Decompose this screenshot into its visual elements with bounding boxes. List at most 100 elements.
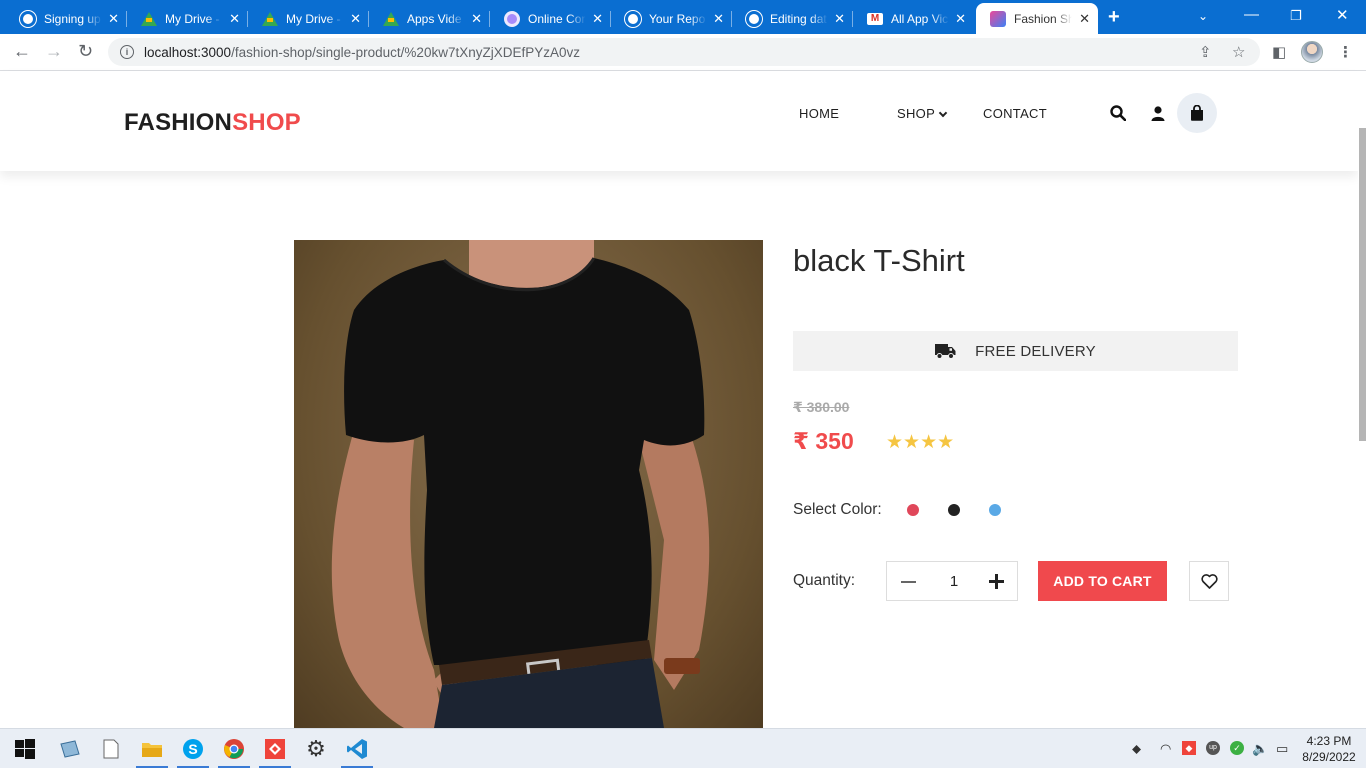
close-icon[interactable]: ✕ <box>713 11 724 27</box>
star-icon: ★ <box>903 432 921 453</box>
task-view-icon[interactable] <box>51 729 89 769</box>
close-icon[interactable]: ✕ <box>1079 11 1090 27</box>
browser-tab[interactable]: Online Cor ✕ <box>490 3 611 34</box>
close-icon[interactable]: ✕ <box>592 11 603 27</box>
new-tab-button[interactable]: + <box>1108 6 1120 29</box>
star-icon: ★ <box>937 432 955 453</box>
tab-title: Editing dat <box>770 11 827 26</box>
dropbox-icon[interactable]: ⬥ <box>1132 741 1141 757</box>
tab-title: Online Cor <box>528 11 586 26</box>
nav-shop-label: SHOP <box>897 106 936 121</box>
clock-date: 8/29/2022 <box>1302 750 1356 764</box>
close-icon[interactable]: ✕ <box>108 11 119 27</box>
browser-tab[interactable]: Editing dat ✕ <box>732 3 853 34</box>
back-arrow-icon[interactable]: ← <box>13 41 31 62</box>
truck-icon <box>935 344 956 359</box>
tab-title: My Drive - <box>165 11 220 26</box>
wifi-icon[interactable]: ◠ <box>1160 741 1171 757</box>
logo-text-accent: SHOP <box>232 109 301 136</box>
tab-search-icon[interactable]: ⌄ <box>1198 9 1208 23</box>
user-icon[interactable] <box>1151 106 1165 121</box>
reload-icon[interactable]: ↻ <box>78 41 93 62</box>
forward-arrow-icon[interactable]: → <box>45 41 63 62</box>
profile-avatar[interactable] <box>1301 41 1323 63</box>
color-option-red[interactable] <box>907 504 919 516</box>
browser-tab-active[interactable]: Fashion Sh ✕ <box>976 3 1098 34</box>
scrollbar-thumb[interactable] <box>1359 128 1366 441</box>
circle-app-icon <box>504 10 520 27</box>
browser-toolbar: ← → ↻ i localhost:3000/fashion-shop/sing… <box>0 34 1366 71</box>
nav-home[interactable]: HOME <box>799 106 839 121</box>
close-icon[interactable]: ✕ <box>834 11 845 27</box>
close-icon[interactable]: ✕ <box>955 11 966 27</box>
file-icon[interactable] <box>92 729 130 769</box>
browser-tab[interactable]: M All App Vic ✕ <box>853 3 974 34</box>
browser-tab[interactable]: My Drive - ✕ <box>248 3 369 34</box>
shopping-bag-icon <box>1191 105 1203 121</box>
heart-icon <box>1200 573 1218 589</box>
cart-button[interactable] <box>1177 93 1217 133</box>
share-icon[interactable]: ⇪ <box>1199 43 1212 61</box>
anydesk-icon[interactable] <box>256 729 294 769</box>
clock-time: 4:23 PM <box>1306 734 1352 748</box>
browser-tab[interactable]: Apps Vide ✕ <box>369 3 490 34</box>
vpn-icon[interactable]: up <box>1206 741 1220 755</box>
chrome-icon[interactable] <box>215 729 253 769</box>
star-icon: ★ <box>920 432 938 453</box>
url-path: /fashion-shop/single-product/%20kw7tXnyZ… <box>231 44 580 60</box>
wishlist-button[interactable] <box>1189 561 1229 601</box>
file-explorer-icon[interactable] <box>133 729 171 769</box>
sale-price: ₹ 350 <box>793 428 854 454</box>
bookmark-star-icon[interactable]: ☆ <box>1232 43 1245 61</box>
color-option-blue[interactable] <box>989 504 1001 516</box>
github-icon <box>746 10 762 27</box>
tab-title: My Drive - <box>286 11 341 26</box>
tab-title: Your Repo <box>649 11 706 26</box>
tab-title: Signing up <box>44 11 101 26</box>
add-to-cart-button[interactable]: ADD TO CART <box>1038 561 1167 601</box>
browser-tab-strip: Signing up ✕ My Drive - ✕ My Drive - ✕ A… <box>0 0 1366 34</box>
chevron-down-icon <box>938 108 948 118</box>
nav-contact[interactable]: CONTACT <box>983 106 1047 121</box>
address-bar[interactable]: i localhost:3000/fashion-shop/single-pro… <box>108 38 1260 66</box>
url-host: localhost:3000 <box>144 44 232 60</box>
window-close-icon[interactable]: ✕ <box>1336 6 1349 24</box>
anydesk-tray-icon[interactable]: ◆ <box>1182 741 1196 755</box>
search-icon[interactable] <box>1110 105 1126 121</box>
settings-gear-icon[interactable]: ⚙ <box>297 729 335 769</box>
site-info-icon[interactable]: i <box>120 45 134 59</box>
tab-title: Apps Vide <box>407 11 462 26</box>
free-delivery-banner: FREE DELIVERY <box>793 331 1238 371</box>
system-clock[interactable]: 4:23 PM 8/29/2022 <box>1298 733 1360 765</box>
gmail-icon: M <box>867 12 883 25</box>
browser-tab[interactable]: Signing up ✕ <box>6 3 127 34</box>
original-price: ₹ 380.00 <box>793 399 850 415</box>
quantity-value[interactable]: 1 <box>947 573 961 590</box>
delivery-text: FREE DELIVERY <box>975 342 1096 360</box>
close-icon[interactable]: ✕ <box>229 11 240 27</box>
browser-tab[interactable]: My Drive - ✕ <box>127 3 248 34</box>
nav-shop[interactable]: SHOP <box>897 106 948 121</box>
check-shield-icon[interactable]: ✓ <box>1230 741 1244 755</box>
quantity-stepper: 1 <box>886 561 1018 601</box>
color-option-black[interactable] <box>948 504 960 516</box>
site-logo[interactable]: FASHIONSHOP <box>124 109 301 137</box>
close-icon[interactable]: ✕ <box>350 11 361 27</box>
minus-icon[interactable] <box>901 581 916 583</box>
tab-title: Fashion Sh <box>1014 11 1072 26</box>
menu-kebab-icon[interactable]: ⋮ <box>1338 43 1353 61</box>
minimize-icon[interactable]: — <box>1244 6 1259 23</box>
plus-icon[interactable] <box>988 572 1006 590</box>
battery-icon[interactable]: ▭ <box>1276 741 1288 757</box>
windows-start-icon[interactable] <box>6 729 44 769</box>
vscode-icon[interactable] <box>338 729 376 769</box>
restore-icon[interactable]: ❐ <box>1290 8 1302 24</box>
page-scrollbar[interactable] <box>1358 71 1366 728</box>
skype-icon[interactable]: S <box>174 729 212 769</box>
browser-tab[interactable]: Your Repo ✕ <box>611 3 732 34</box>
volume-icon[interactable]: 🔈 <box>1252 741 1268 757</box>
close-icon[interactable]: ✕ <box>471 11 482 27</box>
side-panel-icon[interactable]: ◧ <box>1272 43 1286 61</box>
quantity-label: Quantity: <box>793 572 856 589</box>
product-title: black T-Shirt <box>793 243 965 278</box>
